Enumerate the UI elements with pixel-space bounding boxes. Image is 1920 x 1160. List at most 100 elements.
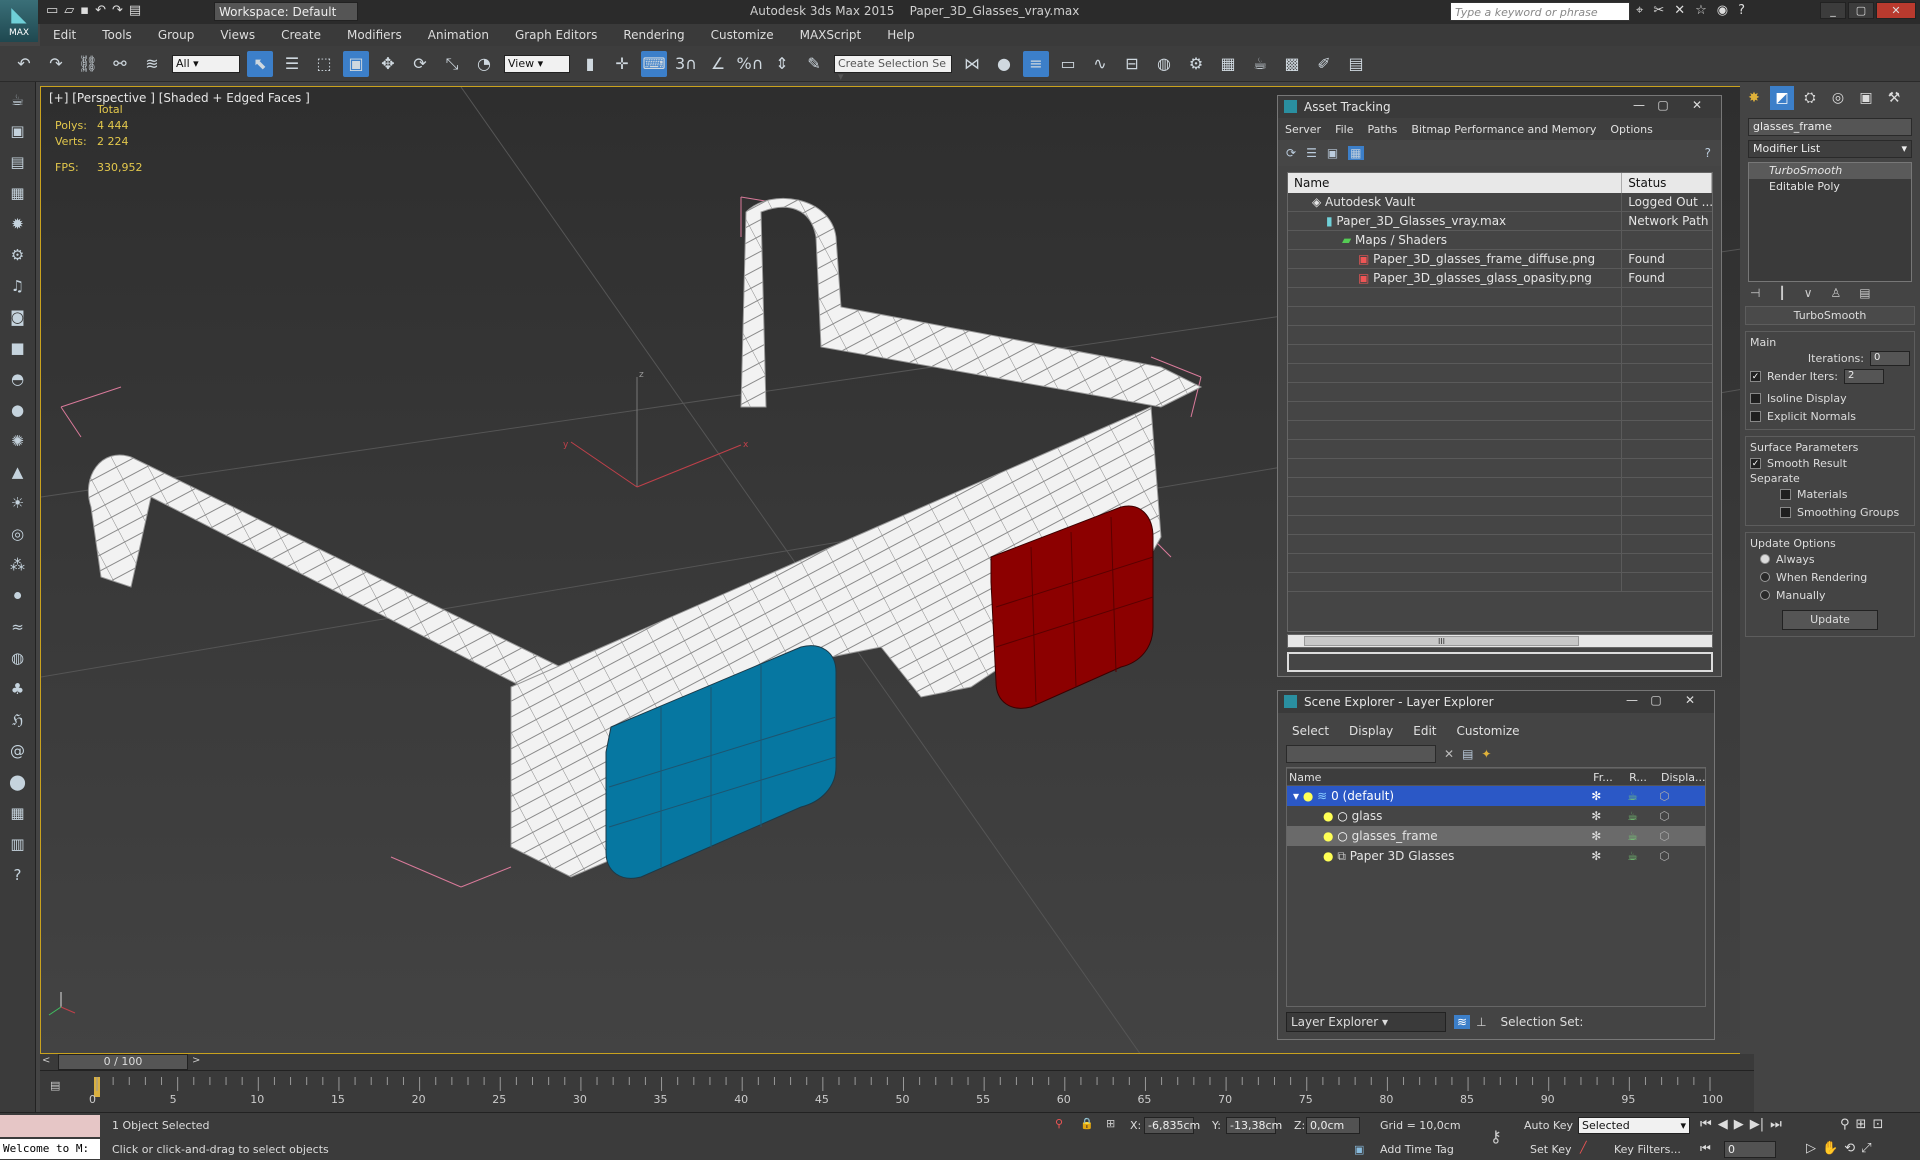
percent-snap-icon[interactable]: % ∩ <box>737 51 764 77</box>
render-teapot-icon[interactable]: ☕ <box>1627 829 1659 843</box>
search-input[interactable]: Type a keyword or phrase <box>1450 2 1630 21</box>
mirror-icon[interactable]: ⋈ <box>959 51 985 77</box>
display-box-icon[interactable]: ⬡ <box>1659 789 1705 803</box>
keyboard-shortcut-icon[interactable]: ⌨ <box>641 50 667 77</box>
menu-display[interactable]: Display <box>1349 724 1393 738</box>
column-name[interactable]: Name <box>1287 769 1591 785</box>
bind-spacewarp-icon[interactable]: ≋ <box>139 51 165 77</box>
menu-options[interactable]: Options <box>1610 123 1652 136</box>
menu-customize[interactable]: Customize <box>1457 724 1520 738</box>
x-coordinate-field[interactable]: -6,835cm <box>1144 1117 1200 1134</box>
always-radio[interactable] <box>1760 554 1770 564</box>
spheres-icon[interactable]: ⚫ <box>5 583 31 609</box>
menu-edit[interactable]: Edit <box>1413 724 1436 738</box>
render-setup-icon[interactable]: ⚙ <box>1183 51 1209 77</box>
turbosmooth-rollout-header[interactable]: TurboSmooth <box>1745 306 1915 325</box>
menu-tools[interactable]: Tools <box>102 28 132 42</box>
scene-explorer-titlebar[interactable]: Scene Explorer - Layer Explorer — ▢ ✕ <box>1278 691 1714 713</box>
material-editor-icon[interactable]: ◍ <box>1151 51 1177 77</box>
menu-create[interactable]: Create <box>281 28 321 42</box>
glasses-right-temple[interactable] <box>740 197 1203 408</box>
menu-help[interactable]: Help <box>887 28 914 42</box>
project-folder-icon[interactable]: ▤ <box>129 3 141 18</box>
binoculars-icon[interactable]: ⌖ <box>1636 3 1643 18</box>
maxscript-mini-listener[interactable] <box>0 1115 100 1137</box>
utilities-tab-icon[interactable]: ⚒ <box>1882 86 1906 110</box>
tools-icon[interactable]: ✂ <box>1653 3 1664 18</box>
open-file-icon[interactable]: ▱ <box>64 3 74 18</box>
explicit-normals-checkbox[interactable] <box>1750 410 1761 422</box>
display-box-icon[interactable]: ⬡ <box>1659 809 1705 823</box>
named-selection-dropdown[interactable]: Create Selection Se ▾ <box>834 54 952 83</box>
move-icon[interactable]: ✥ <box>375 51 401 77</box>
sun-icon[interactable]: ☀ <box>5 490 31 516</box>
pan-icon[interactable]: ✋ <box>1822 1141 1838 1156</box>
manually-radio[interactable] <box>1760 590 1770 600</box>
layer-row-glass[interactable]: ● ○ glass ✻ ☕ ⬡ <box>1287 806 1705 826</box>
grid-panel-icon[interactable]: ▤ <box>1343 51 1369 77</box>
save-file-icon[interactable]: ▪ <box>80 3 89 18</box>
materials-checkbox[interactable] <box>1780 488 1791 500</box>
globe-icon[interactable]: ◍ <box>5 645 31 671</box>
scale-icon[interactable]: ⤡ <box>439 51 465 77</box>
menu-modifiers[interactable]: Modifiers <box>347 28 402 42</box>
reference-coord-dropdown[interactable]: View ▾ <box>504 54 570 73</box>
table-view-icon[interactable]: ▦ <box>1348 146 1364 160</box>
time-slider[interactable]: < 0 / 100 > <box>40 1054 1754 1070</box>
zoom-extents-icon[interactable]: ⊡ <box>1872 1117 1883 1132</box>
render-production-icon[interactable]: ☕ <box>1247 51 1273 77</box>
help-icon[interactable]: ? <box>1705 146 1711 160</box>
close-button[interactable]: ✕ <box>1680 693 1700 709</box>
lightbulb-icon[interactable]: ● <box>1323 849 1333 863</box>
help-icon[interactable]: ? <box>5 862 31 888</box>
menu-graph-editors[interactable]: Graph Editors <box>515 28 597 42</box>
menu-rendering[interactable]: Rendering <box>623 28 684 42</box>
material-ball-icon[interactable]: ⬤ <box>5 769 31 795</box>
column-display[interactable]: Displa... <box>1659 769 1706 785</box>
motion-tab-icon[interactable]: ◎ <box>1826 86 1850 110</box>
place-icon[interactable]: ◔ <box>471 51 497 77</box>
explorer-dropdown[interactable]: Layer Explorer ▾ <box>1286 1012 1446 1032</box>
camera-icon[interactable]: ◙ <box>5 304 31 330</box>
render-teapot-icon[interactable]: ☕ <box>1627 809 1659 823</box>
light-icon[interactable]: ✹ <box>5 211 31 237</box>
app-logo[interactable]: ◣ MAX <box>0 0 38 42</box>
display-box-icon[interactable]: ⬡ <box>1659 849 1705 863</box>
y-coordinate-field[interactable]: -13,38cm <box>1226 1117 1282 1134</box>
table-row[interactable]: ▣ Paper_3D_glasses_glass_opasity.png Fou… <box>1288 269 1712 288</box>
minimize-button[interactable]: — <box>1629 98 1649 114</box>
rect-selection-icon[interactable]: ⬚ <box>311 51 337 77</box>
scrollbar-thumb[interactable]: III <box>1304 636 1579 646</box>
ribbon-icon[interactable]: ▭ <box>1055 51 1081 77</box>
isoline-checkbox[interactable] <box>1750 392 1761 404</box>
modifier-list-dropdown[interactable]: Modifier List ▾ <box>1748 140 1912 158</box>
gear-icon[interactable]: ⚙ <box>5 242 31 268</box>
new-layer-icon[interactable]: ▤ <box>1462 747 1473 761</box>
configure-sets-icon[interactable]: ▤ <box>1859 286 1870 300</box>
layer-row-glasses-frame[interactable]: ● ○ glasses_frame ✻ ☕ ⬡ <box>1287 826 1705 846</box>
go-to-start-icon[interactable]: ⏮ <box>1700 1117 1712 1132</box>
object-name-field[interactable]: glasses_frame <box>1748 118 1912 136</box>
window-crossing-icon[interactable]: ▣ <box>343 50 369 77</box>
next-frame-icon[interactable]: > <box>192 1055 200 1066</box>
edit-named-selection-icon[interactable]: ✎ <box>801 51 827 77</box>
next-frame-icon[interactable]: ▶| <box>1750 1117 1764 1132</box>
menu-views[interactable]: Views <box>220 28 255 42</box>
field-of-view-icon[interactable]: ▷ <box>1806 1141 1816 1156</box>
menu-edit[interactable]: Edit <box>53 28 76 42</box>
table-icon[interactable]: ▦ <box>5 180 31 206</box>
teapot-icon[interactable]: ☕ <box>5 87 31 113</box>
smoothing-groups-checkbox[interactable] <box>1780 506 1791 518</box>
box-icon[interactable]: ■ <box>5 335 31 361</box>
redo-icon[interactable]: ↷ <box>43 51 69 77</box>
freeze-icon[interactable]: ✻ <box>1591 849 1627 863</box>
update-button[interactable]: Update <box>1782 610 1878 630</box>
table-row[interactable]: ▣ Paper_3D_glasses_frame_diffuse.png Fou… <box>1288 250 1712 269</box>
geosphere-icon[interactable]: ✺ <box>5 428 31 454</box>
layer-mode-icon[interactable]: ≋ <box>1454 1015 1471 1029</box>
menu-maxscript[interactable]: MAXScript <box>800 28 862 42</box>
key-mode-dropdown[interactable]: Selected ▾ <box>1578 1117 1690 1134</box>
workspace-dropdown[interactable]: Workspace: Default <box>214 2 358 21</box>
menu-bitmap-performance[interactable]: Bitmap Performance and Memory <box>1411 123 1596 136</box>
minimize-button[interactable]: _ <box>1820 2 1846 19</box>
